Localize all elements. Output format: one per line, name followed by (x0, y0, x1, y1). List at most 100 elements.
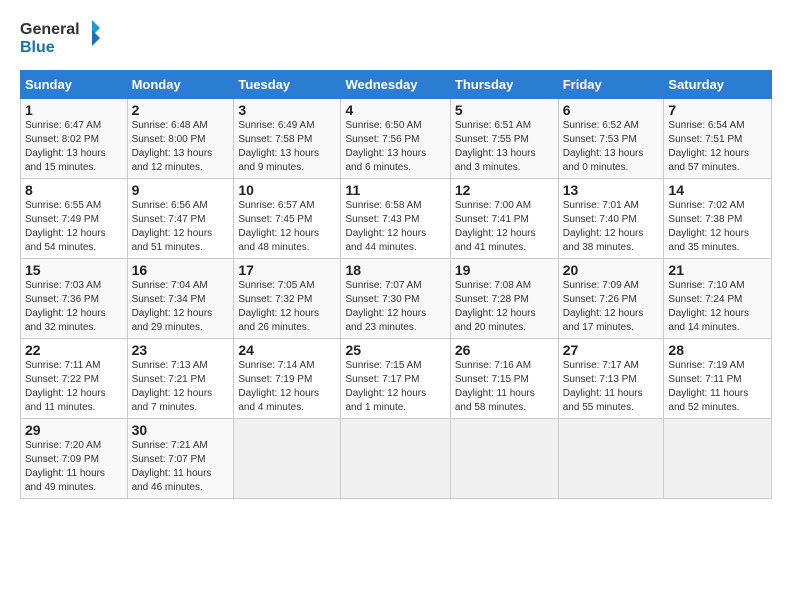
calendar-cell: 29Sunrise: 7:20 AMSunset: 7:09 PMDayligh… (21, 419, 128, 499)
day-info: Sunrise: 7:04 AMSunset: 7:34 PMDaylight:… (132, 279, 230, 335)
day-number: 22 (25, 342, 123, 358)
logo-svg: General Blue (20, 16, 100, 60)
day-info: Sunrise: 6:57 AMSunset: 7:45 PMDaylight:… (238, 199, 336, 255)
calendar-cell (558, 419, 664, 499)
day-info: Sunrise: 7:14 AMSunset: 7:19 PMDaylight:… (238, 359, 336, 415)
calendar-table: SundayMondayTuesdayWednesdayThursdayFrid… (20, 70, 772, 499)
day-info: Sunrise: 7:07 AMSunset: 7:30 PMDaylight:… (345, 279, 445, 335)
day-info: Sunrise: 6:52 AMSunset: 7:53 PMDaylight:… (563, 119, 660, 175)
day-info: Sunrise: 6:56 AMSunset: 7:47 PMDaylight:… (132, 199, 230, 255)
day-number: 8 (25, 182, 123, 198)
day-info: Sunrise: 7:02 AMSunset: 7:38 PMDaylight:… (668, 199, 767, 255)
weekday-header: Thursday (450, 71, 558, 99)
svg-text:Blue: Blue (20, 39, 55, 56)
day-number: 6 (563, 102, 660, 118)
calendar-cell: 2Sunrise: 6:48 AMSunset: 8:00 PMDaylight… (127, 99, 234, 179)
day-number: 19 (455, 262, 554, 278)
day-number: 18 (345, 262, 445, 278)
calendar-cell: 27Sunrise: 7:17 AMSunset: 7:13 PMDayligh… (558, 339, 664, 419)
calendar-cell: 11Sunrise: 6:58 AMSunset: 7:43 PMDayligh… (341, 179, 450, 259)
day-number: 1 (25, 102, 123, 118)
day-info: Sunrise: 7:03 AMSunset: 7:36 PMDaylight:… (25, 279, 123, 335)
calendar-cell (664, 419, 772, 499)
weekday-header: Saturday (664, 71, 772, 99)
weekday-header: Monday (127, 71, 234, 99)
calendar-cell: 14Sunrise: 7:02 AMSunset: 7:38 PMDayligh… (664, 179, 772, 259)
calendar-cell: 15Sunrise: 7:03 AMSunset: 7:36 PMDayligh… (21, 259, 128, 339)
day-number: 21 (668, 262, 767, 278)
day-info: Sunrise: 6:48 AMSunset: 8:00 PMDaylight:… (132, 119, 230, 175)
day-info: Sunrise: 6:51 AMSunset: 7:55 PMDaylight:… (455, 119, 554, 175)
day-number: 10 (238, 182, 336, 198)
day-number: 13 (563, 182, 660, 198)
day-number: 2 (132, 102, 230, 118)
day-number: 9 (132, 182, 230, 198)
day-info: Sunrise: 6:54 AMSunset: 7:51 PMDaylight:… (668, 119, 767, 175)
calendar-cell: 4Sunrise: 6:50 AMSunset: 7:56 PMDaylight… (341, 99, 450, 179)
day-info: Sunrise: 7:08 AMSunset: 7:28 PMDaylight:… (455, 279, 554, 335)
calendar-cell: 21Sunrise: 7:10 AMSunset: 7:24 PMDayligh… (664, 259, 772, 339)
calendar-cell: 17Sunrise: 7:05 AMSunset: 7:32 PMDayligh… (234, 259, 341, 339)
logo: General Blue (20, 16, 100, 60)
calendar-week-row: 15Sunrise: 7:03 AMSunset: 7:36 PMDayligh… (21, 259, 772, 339)
svg-text:General: General (20, 21, 80, 38)
day-info: Sunrise: 7:16 AMSunset: 7:15 PMDaylight:… (455, 359, 554, 415)
day-number: 30 (132, 422, 230, 438)
calendar-cell: 19Sunrise: 7:08 AMSunset: 7:28 PMDayligh… (450, 259, 558, 339)
calendar-cell: 7Sunrise: 6:54 AMSunset: 7:51 PMDaylight… (664, 99, 772, 179)
day-info: Sunrise: 7:21 AMSunset: 7:07 PMDaylight:… (132, 439, 230, 495)
day-info: Sunrise: 7:05 AMSunset: 7:32 PMDaylight:… (238, 279, 336, 335)
day-number: 15 (25, 262, 123, 278)
calendar-cell: 10Sunrise: 6:57 AMSunset: 7:45 PMDayligh… (234, 179, 341, 259)
calendar-cell: 26Sunrise: 7:16 AMSunset: 7:15 PMDayligh… (450, 339, 558, 419)
calendar-week-row: 22Sunrise: 7:11 AMSunset: 7:22 PMDayligh… (21, 339, 772, 419)
day-info: Sunrise: 6:49 AMSunset: 7:58 PMDaylight:… (238, 119, 336, 175)
calendar-cell: 3Sunrise: 6:49 AMSunset: 7:58 PMDaylight… (234, 99, 341, 179)
day-number: 29 (25, 422, 123, 438)
day-number: 5 (455, 102, 554, 118)
day-info: Sunrise: 7:19 AMSunset: 7:11 PMDaylight:… (668, 359, 767, 415)
day-number: 24 (238, 342, 336, 358)
calendar-cell: 5Sunrise: 6:51 AMSunset: 7:55 PMDaylight… (450, 99, 558, 179)
calendar-cell: 13Sunrise: 7:01 AMSunset: 7:40 PMDayligh… (558, 179, 664, 259)
day-number: 7 (668, 102, 767, 118)
day-number: 11 (345, 182, 445, 198)
day-number: 23 (132, 342, 230, 358)
day-number: 4 (345, 102, 445, 118)
calendar-cell: 1Sunrise: 6:47 AMSunset: 8:02 PMDaylight… (21, 99, 128, 179)
day-number: 25 (345, 342, 445, 358)
day-info: Sunrise: 7:10 AMSunset: 7:24 PMDaylight:… (668, 279, 767, 335)
day-number: 27 (563, 342, 660, 358)
day-info: Sunrise: 7:20 AMSunset: 7:09 PMDaylight:… (25, 439, 123, 495)
calendar-cell: 22Sunrise: 7:11 AMSunset: 7:22 PMDayligh… (21, 339, 128, 419)
calendar-week-row: 8Sunrise: 6:55 AMSunset: 7:49 PMDaylight… (21, 179, 772, 259)
day-info: Sunrise: 7:00 AMSunset: 7:41 PMDaylight:… (455, 199, 554, 255)
day-info: Sunrise: 6:47 AMSunset: 8:02 PMDaylight:… (25, 119, 123, 175)
calendar-cell: 20Sunrise: 7:09 AMSunset: 7:26 PMDayligh… (558, 259, 664, 339)
day-number: 20 (563, 262, 660, 278)
calendar-cell: 30Sunrise: 7:21 AMSunset: 7:07 PMDayligh… (127, 419, 234, 499)
day-number: 12 (455, 182, 554, 198)
day-info: Sunrise: 6:50 AMSunset: 7:56 PMDaylight:… (345, 119, 445, 175)
day-number: 16 (132, 262, 230, 278)
calendar-cell: 18Sunrise: 7:07 AMSunset: 7:30 PMDayligh… (341, 259, 450, 339)
calendar-header-row: SundayMondayTuesdayWednesdayThursdayFrid… (21, 71, 772, 99)
calendar-cell (234, 419, 341, 499)
day-number: 17 (238, 262, 336, 278)
calendar-cell (341, 419, 450, 499)
calendar-cell: 8Sunrise: 6:55 AMSunset: 7:49 PMDaylight… (21, 179, 128, 259)
calendar-cell: 12Sunrise: 7:00 AMSunset: 7:41 PMDayligh… (450, 179, 558, 259)
calendar-week-row: 1Sunrise: 6:47 AMSunset: 8:02 PMDaylight… (21, 99, 772, 179)
day-info: Sunrise: 7:01 AMSunset: 7:40 PMDaylight:… (563, 199, 660, 255)
calendar-cell (450, 419, 558, 499)
day-number: 3 (238, 102, 336, 118)
weekday-header: Sunday (21, 71, 128, 99)
day-info: Sunrise: 7:11 AMSunset: 7:22 PMDaylight:… (25, 359, 123, 415)
day-info: Sunrise: 7:17 AMSunset: 7:13 PMDaylight:… (563, 359, 660, 415)
calendar-cell: 9Sunrise: 6:56 AMSunset: 7:47 PMDaylight… (127, 179, 234, 259)
day-info: Sunrise: 7:13 AMSunset: 7:21 PMDaylight:… (132, 359, 230, 415)
weekday-header: Wednesday (341, 71, 450, 99)
day-info: Sunrise: 6:55 AMSunset: 7:49 PMDaylight:… (25, 199, 123, 255)
day-number: 26 (455, 342, 554, 358)
calendar-cell: 16Sunrise: 7:04 AMSunset: 7:34 PMDayligh… (127, 259, 234, 339)
